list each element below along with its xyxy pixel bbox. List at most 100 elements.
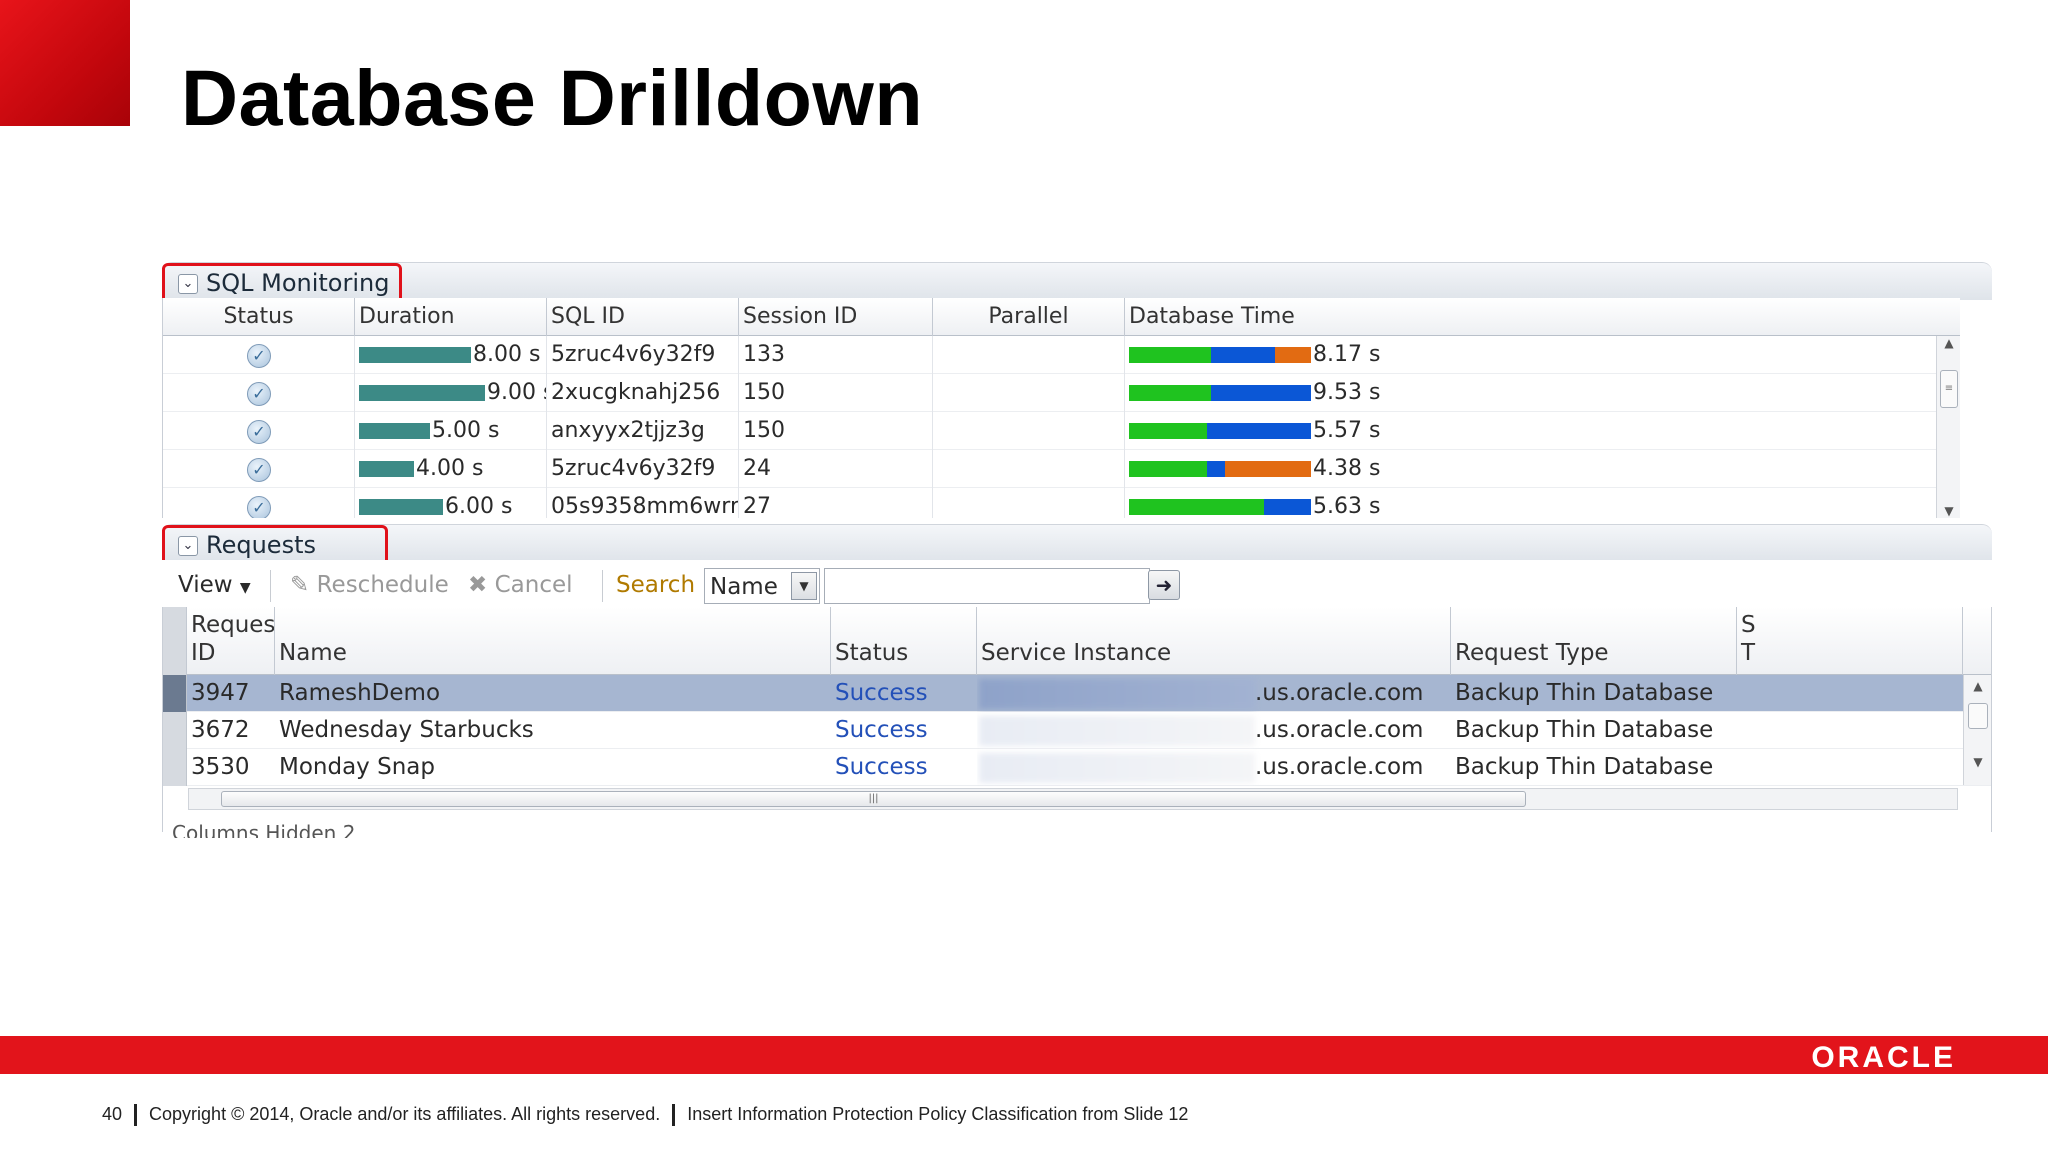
scroll-down-icon[interactable]: ▼: [1964, 755, 1991, 769]
search-by-value: Name: [710, 574, 778, 600]
check-icon: ✓: [247, 496, 271, 518]
sql-id-cell[interactable]: 2xucgknahj256: [547, 374, 739, 412]
column-header-request-type[interactable]: Request Type: [1451, 607, 1737, 675]
row-selector[interactable]: [163, 712, 187, 749]
request-id-cell: 3530: [191, 754, 250, 780]
search-by-select[interactable]: Name ▼: [704, 568, 820, 604]
table-row[interactable]: ✓ 9.00 s2xucgknahj256150 9.53 s: [163, 374, 1960, 412]
table-row[interactable]: ✓ 5.00 s anxyyx2tjjz3g 150 5.57 s: [163, 412, 1960, 450]
service-instance-cell: .us.oracle.com: [977, 675, 1451, 712]
table-row[interactable]: ✓ 8.00 s 5zruc4v6y32f9 133 8.17 s: [163, 336, 1960, 374]
session-id-cell[interactable]: 150: [739, 374, 933, 412]
db-time-value: 8.17 s: [1313, 342, 1381, 367]
redacted-hostname: [979, 679, 1255, 709]
column-header-name[interactable]: Name: [275, 607, 831, 675]
status-link[interactable]: Success: [835, 712, 975, 749]
table-row[interactable]: 3530 Monday Snap Success .us.oracle.com Back…: [163, 749, 1991, 786]
column-header-name-label: Name: [279, 640, 347, 666]
database-time-cell: 5.57 s: [1125, 412, 1935, 450]
request-id-cell: 3672: [191, 717, 250, 743]
check-icon: ✓: [247, 382, 271, 406]
db-time-value: 4.38 s: [1313, 456, 1381, 481]
column-header-sql-id[interactable]: SQL ID: [547, 298, 739, 336]
duration-cell: 5.00 s: [355, 412, 547, 450]
session-id-cell[interactable]: 150: [739, 412, 933, 450]
sql-monitoring-header[interactable]: ⌄ SQL Monitoring: [162, 262, 1992, 307]
session-id-cell[interactable]: 133: [739, 336, 933, 374]
parallel-cell: [933, 336, 1125, 374]
table-row[interactable]: ✓ 6.00 s 05s9358mm6wrr 27 5.63 s: [163, 488, 1960, 518]
requests-title: Requests: [206, 531, 316, 559]
scroll-thumb[interactable]: [1968, 703, 1988, 729]
copyright-text: Copyright © 2014, Oracle and/or its affi…: [149, 1104, 661, 1124]
column-header-duration[interactable]: Duration: [355, 298, 547, 336]
cancel-label: Cancel: [494, 572, 573, 598]
db-time-value: 9.53 s: [1313, 380, 1381, 405]
column-header-parallel[interactable]: Parallel: [933, 298, 1125, 336]
sql-id-cell[interactable]: 5zruc4v6y32f9: [547, 450, 739, 488]
duration-bar: [359, 499, 443, 515]
status-link[interactable]: Success: [835, 749, 975, 786]
table-row[interactable]: 3672 Wednesday Starbucks Success .us.oracle…: [163, 712, 1991, 749]
table-row[interactable]: 3947 RameshDemo Success .us.oracle.com Backu…: [163, 675, 1991, 712]
reschedule-button[interactable]: ✎ Reschedule: [290, 570, 449, 600]
column-header-st-label: S T: [1741, 612, 1756, 666]
table-row[interactable]: ✓ 4.00 s 5zruc4v6y32f9 24 4.38 s: [163, 450, 1960, 488]
column-header-status[interactable]: Status: [831, 607, 977, 675]
duration-cell: 6.00 s: [355, 488, 547, 518]
scroll-thumb[interactable]: |||: [221, 791, 1526, 807]
scroll-thumb[interactable]: ≡: [1940, 370, 1958, 408]
sql-id-cell[interactable]: 5zruc4v6y32f9: [547, 336, 739, 374]
db-time-segment: [1275, 347, 1311, 363]
row-selector[interactable]: [163, 675, 187, 712]
requests-header[interactable]: ⌄ Requests: [162, 524, 1992, 569]
duration-value: 5.00 s: [432, 418, 500, 443]
cancel-button[interactable]: ✖ Cancel: [468, 570, 573, 600]
duration-value: 4.00 s: [416, 456, 484, 481]
vertical-scrollbar[interactable]: ▲ ▼: [1963, 675, 1991, 785]
screenshot-panel: ⌄ SQL Monitoring Status Duration SQL ID …: [162, 262, 1992, 838]
footer-red-band: [0, 1036, 2048, 1074]
toolbar-divider: [602, 570, 603, 602]
chevron-down-icon[interactable]: ⌄: [178, 536, 198, 556]
column-header-request-id[interactable]: Request ID: [187, 607, 275, 675]
horizontal-scrollbar[interactable]: |||: [188, 788, 1958, 810]
view-menu[interactable]: View ▼: [178, 570, 251, 603]
row-selector[interactable]: [163, 749, 187, 786]
go-arrow-button[interactable]: ➜: [1148, 570, 1180, 600]
db-time-segment: [1129, 461, 1207, 477]
sql-id-cell[interactable]: 05s9358mm6wrr: [547, 488, 739, 518]
column-header-st[interactable]: S T: [1737, 607, 1963, 675]
sql-id-cell[interactable]: anxyyx2tjjz3g: [547, 412, 739, 450]
service-instance-suffix: .us.oracle.com: [1255, 754, 1424, 780]
parallel-cell: [933, 488, 1125, 518]
duration-value: 9.00 s: [487, 380, 546, 405]
duration-bar: [359, 423, 430, 439]
scroll-up-icon[interactable]: ▲: [1937, 336, 1960, 350]
db-time-segment: [1129, 347, 1211, 363]
chevron-down-icon[interactable]: ▼: [791, 572, 817, 600]
vertical-scrollbar[interactable]: ▲ ≡ ▼: [1936, 336, 1960, 518]
search-input[interactable]: [824, 568, 1150, 604]
scroll-up-icon[interactable]: ▲: [1964, 679, 1991, 693]
status-cell: ✓: [163, 412, 355, 450]
database-time-cell: 9.53 s: [1125, 374, 1935, 412]
name-cell: Monday Snap: [279, 754, 435, 780]
service-instance-suffix: .us.oracle.com: [1255, 680, 1424, 706]
name-cell: Wednesday Starbucks: [279, 717, 534, 743]
column-header-database-time[interactable]: Database Time: [1125, 298, 1960, 336]
status-link[interactable]: Success: [835, 675, 975, 712]
redacted-hostname: [979, 753, 1255, 783]
session-id-cell[interactable]: 27: [739, 488, 933, 518]
request-type-cell: Backup Thin Database: [1455, 754, 1714, 780]
parallel-cell: [933, 450, 1125, 488]
column-header-service-instance[interactable]: Service Instance: [977, 607, 1451, 675]
column-header-session-id[interactable]: Session ID: [739, 298, 933, 336]
duration-value: 6.00 s: [445, 494, 513, 518]
classification-text: Insert Information Protection Policy Cla…: [687, 1104, 1189, 1124]
session-id-cell[interactable]: 24: [739, 450, 933, 488]
scroll-down-icon[interactable]: ▼: [1937, 504, 1960, 518]
oracle-logo: ORACLE: [1811, 1041, 1956, 1074]
column-header-status[interactable]: Status: [163, 298, 355, 336]
chevron-down-icon[interactable]: ⌄: [178, 274, 198, 294]
